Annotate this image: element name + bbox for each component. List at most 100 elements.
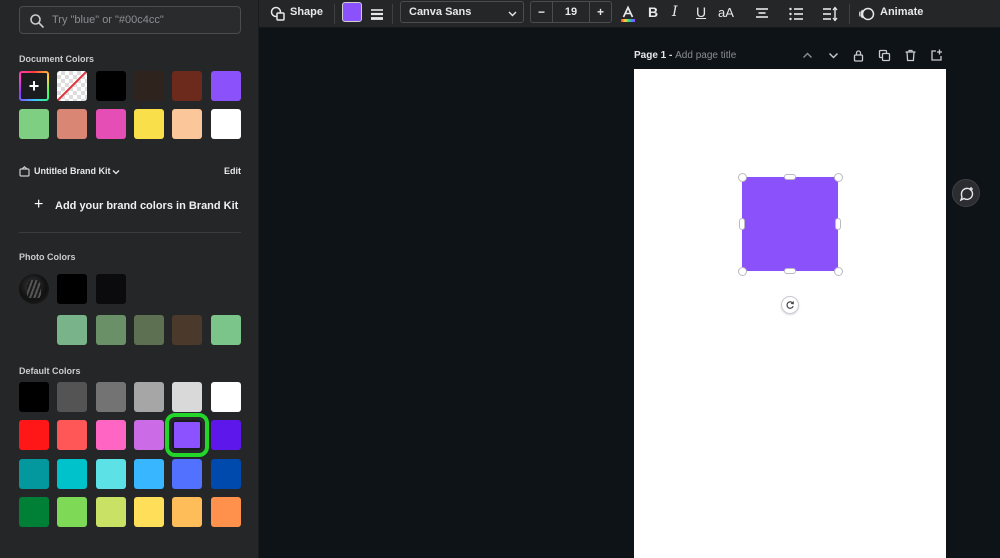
- default-color-swatch[interactable]: [172, 497, 202, 527]
- editor-toolbar: Shape Canva Sans − 19 + B I U aA Animate: [259, 0, 1000, 28]
- italic-icon[interactable]: I: [672, 4, 678, 20]
- resize-handle[interactable]: [737, 172, 747, 182]
- brand-kit-row: Untitled Brand Kit Edit: [19, 165, 241, 179]
- default-color-swatch[interactable]: [134, 382, 164, 412]
- divider: [19, 232, 241, 233]
- document-color-swatch[interactable]: [172, 71, 202, 101]
- document-color-swatch[interactable]: [96, 71, 126, 101]
- default-color-swatch[interactable]: [134, 459, 164, 489]
- photo-color-swatch[interactable]: [96, 315, 126, 345]
- resize-handle[interactable]: [833, 266, 843, 276]
- default-color-swatch[interactable]: [211, 420, 241, 450]
- resize-handle[interactable]: [784, 268, 796, 274]
- font-size-input[interactable]: 19: [553, 2, 589, 22]
- default-color-swatch[interactable]: [57, 497, 87, 527]
- plus-icon: +: [28, 76, 40, 96]
- animate-icon[interactable]: [858, 5, 876, 23]
- default-color-swatch[interactable]: [172, 382, 202, 412]
- search-icon: [30, 14, 44, 28]
- selected-color-swatch[interactable]: [165, 413, 209, 457]
- default-color-swatch[interactable]: [172, 459, 202, 489]
- photo-colors-heading: Photo Colors: [19, 252, 76, 262]
- default-color-swatch[interactable]: [211, 459, 241, 489]
- duplicate-icon[interactable]: [878, 49, 891, 62]
- brand-kit-name[interactable]: Untitled Brand Kit: [34, 166, 111, 176]
- default-color-swatch[interactable]: [19, 459, 49, 489]
- underline-icon[interactable]: U: [696, 4, 706, 20]
- font-family-select[interactable]: Canva Sans: [400, 1, 524, 23]
- chevron-down-icon[interactable]: [827, 49, 840, 62]
- default-color-swatch[interactable]: [96, 459, 126, 489]
- resize-handle[interactable]: [835, 218, 841, 230]
- photo-color-swatch[interactable]: [57, 315, 87, 345]
- photo-color-swatch[interactable]: [96, 274, 126, 304]
- increase-font-size-button[interactable]: +: [589, 2, 611, 22]
- rotate-icon: [786, 301, 794, 309]
- add-color-button[interactable]: +: [19, 71, 49, 101]
- brand-kit-icon: [19, 166, 30, 177]
- list-icon[interactable]: [787, 5, 805, 23]
- document-color-swatch[interactable]: [172, 109, 202, 139]
- document-color-swatch[interactable]: [211, 71, 241, 101]
- document-color-swatch[interactable]: [96, 109, 126, 139]
- text-color-icon[interactable]: [619, 5, 637, 23]
- selected-square-shape[interactable]: [742, 177, 838, 271]
- default-color-swatch[interactable]: [96, 382, 126, 412]
- default-color-swatch[interactable]: [96, 497, 126, 527]
- letter-case-button[interactable]: aA: [718, 5, 734, 20]
- plus-icon: +: [34, 196, 44, 213]
- edit-brand-kit-button[interactable]: Edit: [224, 166, 241, 176]
- document-color-swatch[interactable]: [134, 109, 164, 139]
- bold-icon[interactable]: B: [648, 4, 658, 20]
- default-color-swatch[interactable]: [19, 497, 49, 527]
- default-color-swatch[interactable]: [57, 382, 87, 412]
- photo-color-swatch[interactable]: [134, 315, 164, 345]
- animate-button[interactable]: Animate: [880, 6, 923, 18]
- shape-icon[interactable]: [269, 5, 287, 23]
- default-color-swatch[interactable]: [134, 497, 164, 527]
- default-color-swatch[interactable]: [211, 497, 241, 527]
- chevron-down-icon[interactable]: [112, 168, 120, 176]
- search-placeholder: Try "blue" or "#00c4cc": [52, 14, 164, 26]
- font-family-value: Canva Sans: [409, 6, 472, 18]
- align-center-icon[interactable]: [753, 5, 771, 23]
- page-header: Page 1 - Add page title: [634, 49, 946, 63]
- design-page[interactable]: [634, 69, 946, 558]
- spacing-icon[interactable]: [821, 5, 839, 23]
- default-color-swatch[interactable]: [57, 420, 87, 450]
- lock-icon[interactable]: [852, 49, 865, 62]
- chevron-up-icon[interactable]: [801, 49, 814, 62]
- transparent-color-swatch[interactable]: [57, 71, 87, 101]
- add-comment-button[interactable]: [952, 179, 980, 207]
- chevron-down-icon: [508, 11, 517, 17]
- default-color-swatch[interactable]: [19, 382, 49, 412]
- rotate-button[interactable]: [781, 296, 799, 314]
- photo-color-swatch[interactable]: [172, 315, 202, 345]
- default-color-swatch[interactable]: [211, 382, 241, 412]
- default-color-swatch[interactable]: [96, 420, 126, 450]
- shape-button[interactable]: Shape: [290, 6, 323, 18]
- page-title-input[interactable]: Add page title: [675, 50, 736, 61]
- fill-color-button[interactable]: [342, 2, 362, 22]
- trash-icon[interactable]: [904, 49, 917, 62]
- default-color-swatch[interactable]: [19, 420, 49, 450]
- document-color-swatch[interactable]: [211, 109, 241, 139]
- page-label: Page 1 - Add page title: [634, 50, 736, 61]
- border-style-icon[interactable]: [368, 5, 386, 23]
- resize-handle[interactable]: [784, 174, 796, 180]
- decrease-font-size-button[interactable]: −: [531, 2, 553, 22]
- resize-handle[interactable]: [739, 218, 745, 230]
- photo-thumbnail: [19, 274, 49, 304]
- comment-icon: [959, 187, 974, 202]
- document-color-swatch[interactable]: [134, 71, 164, 101]
- photo-color-swatch[interactable]: [211, 315, 241, 345]
- resize-handle[interactable]: [737, 266, 747, 276]
- default-color-swatch[interactable]: [57, 459, 87, 489]
- default-color-swatch[interactable]: [134, 420, 164, 450]
- resize-handle[interactable]: [833, 172, 843, 182]
- color-search-input[interactable]: Try "blue" or "#00c4cc": [19, 6, 241, 34]
- photo-color-swatch[interactable]: [57, 274, 87, 304]
- add-page-icon[interactable]: [930, 49, 943, 62]
- document-color-swatch[interactable]: [19, 109, 49, 139]
- document-color-swatch[interactable]: [57, 109, 87, 139]
